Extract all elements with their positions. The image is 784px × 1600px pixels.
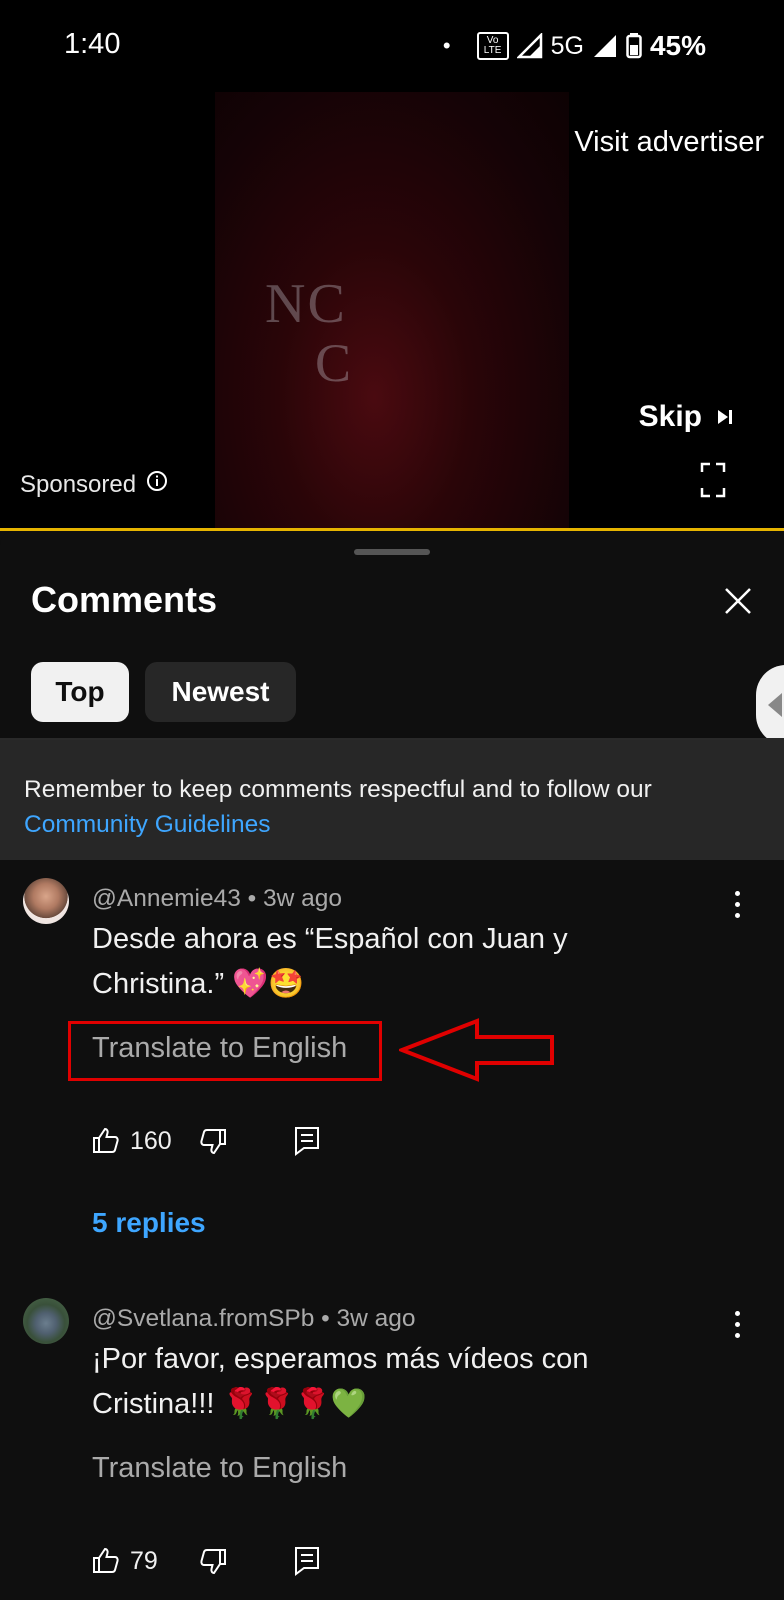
signal-icon [592, 33, 618, 59]
annotation-arrow-icon [396, 1017, 557, 1090]
thumbs-down-icon [200, 1549, 226, 1575]
skip-next-icon [716, 400, 734, 434]
more-options-icon[interactable] [735, 1311, 741, 1344]
skip-label: Skip [638, 400, 702, 433]
battery-level: 45% [649, 30, 706, 61]
ad-video-frame[interactable]: NC C [215, 92, 569, 528]
translate-button[interactable]: Translate to English [92, 1452, 347, 1485]
status-time: 1:40 [64, 28, 121, 60]
visit-advertiser-link[interactable]: Visit advertiser [574, 126, 764, 159]
guidelines-banner: Remember to keep comments respectful and… [0, 740, 784, 860]
avatar[interactable] [23, 1298, 69, 1344]
tab-top[interactable]: Top [31, 662, 129, 722]
like-button[interactable] [92, 1126, 120, 1159]
like-button[interactable] [92, 1546, 120, 1579]
status-icons: • Vo LTE 5G 45% [443, 30, 706, 62]
like-count: 160 [130, 1127, 172, 1155]
reply-icon[interactable] [294, 1126, 320, 1161]
replies-link[interactable]: 5 replies [92, 1207, 206, 1239]
comment-author[interactable]: @Annemie43 [92, 885, 241, 912]
battery-icon [626, 33, 642, 59]
dislike-button[interactable] [199, 1128, 227, 1161]
like-count: 79 [130, 1547, 158, 1575]
comment-time: 3w ago [336, 1305, 416, 1332]
sponsored-label: Sponsored [20, 470, 168, 499]
video-player[interactable]: NC C Visit advertiser Skip Sponsored [0, 92, 784, 531]
network-type: 5G [550, 31, 584, 60]
info-icon[interactable] [146, 470, 168, 499]
guidelines-message: Remember to keep comments respectful and… [24, 776, 652, 803]
notification-dot: • [442, 33, 451, 58]
comments-title: Comments [31, 579, 218, 620]
fullscreen-icon[interactable] [700, 462, 726, 503]
dislike-button[interactable] [199, 1548, 227, 1581]
tab-newest[interactable]: Newest [145, 662, 296, 722]
guidelines-text: Remember to keep comments respectful and… [24, 772, 764, 842]
thumbs-up-icon [93, 1547, 119, 1573]
comment-text: ¡Por favor, esperamos más vídeos con Cri… [92, 1343, 589, 1420]
chevron-left-icon [768, 693, 782, 717]
reply-icon[interactable] [294, 1546, 320, 1581]
skip-ad-button[interactable]: Skip [639, 400, 734, 434]
comment-author[interactable]: @Svetlana.fromSPb [92, 1305, 314, 1332]
avatar[interactable] [23, 878, 69, 924]
drag-handle[interactable] [354, 549, 430, 555]
comment-time: 3w ago [263, 885, 343, 912]
thumbs-up-icon [93, 1127, 119, 1153]
more-options-icon[interactable] [735, 891, 741, 924]
thumbs-down-icon [200, 1129, 226, 1155]
annotation-highlight-box [68, 1021, 382, 1081]
comment-meta: @Annemie43 • 3w ago [92, 885, 343, 912]
status-bar: 1:40 • Vo LTE 5G 45% [0, 0, 784, 92]
signal-icon-sim2 [516, 33, 543, 59]
ad-title-ghost: NC [265, 273, 347, 335]
comment-meta: @Svetlana.fromSPb • 3w ago [92, 1305, 416, 1332]
ad-title-ghost-2: C [315, 333, 352, 393]
volte-icon: Vo LTE [476, 32, 509, 60]
side-panel-handle[interactable] [756, 665, 784, 745]
community-guidelines-link[interactable]: Community Guidelines [24, 811, 270, 838]
sponsored-text: Sponsored [20, 470, 137, 498]
comment-text: Desde ahora es “Español con Juan y Chris… [92, 923, 568, 1000]
close-icon[interactable] [724, 587, 752, 620]
